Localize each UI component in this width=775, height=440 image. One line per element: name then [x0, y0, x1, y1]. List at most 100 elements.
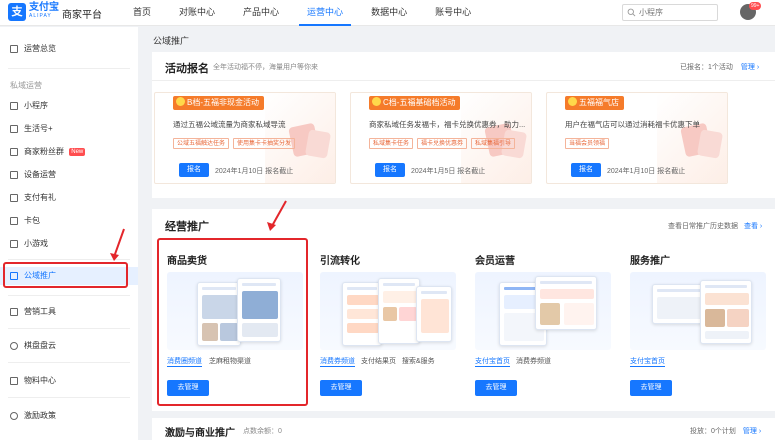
annotation-box-card	[157, 238, 308, 406]
biz-tab[interactable]: 消费券频道	[320, 358, 355, 367]
nav-products[interactable]: 产品中心	[235, 0, 287, 26]
activity-chip: 公域五福触达任务	[173, 138, 230, 149]
activity-tag: B档-五福非现金活动	[173, 96, 264, 110]
incentive-icon	[10, 412, 18, 420]
annotation-box-sidebar	[3, 262, 128, 288]
logo-cn-text: 支付宝	[29, 2, 59, 13]
fan-group-icon	[10, 148, 18, 156]
biz-card-title: 引流转化	[320, 256, 360, 267]
biz-card-traffic: 引流转化 消费券频道 支付结果页 搜索&服务 去管理	[310, 238, 458, 404]
sidebar-divider	[8, 397, 130, 398]
platform-title: 商家平台	[62, 10, 102, 21]
logo-en-text: ALIPAY	[29, 13, 52, 19]
biz-preview-image	[320, 272, 456, 350]
search-icon	[627, 8, 636, 17]
chevron-right-icon: ›	[759, 223, 763, 230]
activity-deadline: 2024年1月10日 报名截止	[215, 168, 294, 175]
notification-badge: 99+	[749, 2, 762, 10]
search-input[interactable]	[639, 6, 715, 19]
nav-home[interactable]: 首页	[125, 0, 159, 26]
biz-manage-button[interactable]: 去管理	[475, 380, 517, 396]
activity-chip: 私域集福引导	[471, 138, 516, 149]
activity-chips: 公域五福触达任务 使用集卡卡抽奖分发	[173, 138, 299, 149]
biz-tab[interactable]: 消费券频道	[516, 358, 551, 365]
biz-manage-button[interactable]: 去管理	[320, 380, 362, 396]
activity-desc: 用户在福气店可以通过消耗福卡优惠下单	[565, 120, 700, 129]
annotation-arrow-card	[267, 200, 287, 231]
activity-chip: 福卡兑换优惠券	[417, 138, 468, 149]
card-icon	[10, 217, 18, 225]
chevron-right-icon: ›	[758, 428, 762, 435]
biz-tab[interactable]: 支付结果页	[361, 358, 396, 365]
activity-summary: 已报名：1个活动 管理 ›	[680, 64, 760, 71]
sidebar-item-lifeaccount[interactable]: 生活号+	[0, 120, 138, 138]
business-view-link[interactable]: 查看	[744, 223, 758, 230]
business-title: 经营推广	[165, 221, 209, 233]
nav-operations[interactable]: 运营中心	[299, 0, 352, 26]
sidebar-item-inventory[interactable]: 棋盘盘云	[0, 337, 138, 355]
biz-card-title: 服务推广	[630, 256, 670, 267]
fu-card-icon	[304, 129, 332, 159]
activity-signup-button[interactable]: 报名	[571, 163, 601, 177]
fu-icon	[176, 97, 185, 106]
miniprogram-icon	[10, 102, 18, 110]
activity-title: 活动报名	[165, 63, 209, 75]
sidebar-item-marketing-tools[interactable]: 营销工具	[0, 303, 138, 321]
biz-tab[interactable]: 支付宝首页	[475, 358, 510, 367]
alipay-logo[interactable]: 支 支付宝 ALIPAY	[8, 3, 59, 21]
activity-chip: 私域集卡任务	[369, 138, 414, 149]
activity-card-c[interactable]: C档-五福基础档活动 商家私域任务发福卡，福卡兑换优惠券，助力... 私域集卡任…	[350, 92, 532, 184]
sidebar-item-paygift[interactable]: 支付有礼	[0, 189, 138, 207]
biz-manage-button[interactable]: 去管理	[630, 380, 672, 396]
biz-preview-image	[630, 272, 766, 350]
incentive-subtitle: 点数余额：0	[243, 428, 282, 435]
top-bar: 支 支付宝 ALIPAY 商家平台 首页 对账中心 产品中心 运营中心 数据中心…	[0, 0, 775, 26]
sidebar-item-fangroup[interactable]: 商家粉丝群 New	[0, 143, 138, 161]
game-icon	[10, 240, 18, 248]
fu-icon	[372, 97, 381, 106]
cloud-icon	[10, 342, 18, 350]
activity-chips: 当福会员领福	[565, 138, 613, 149]
activity-tag: 五福福气店	[565, 96, 624, 110]
sidebar-item-miniprogram[interactable]: 小程序	[0, 97, 138, 115]
activity-subtitle: 全年活动福不停，海量用户等你来	[213, 64, 318, 71]
life-account-icon	[10, 125, 18, 133]
activity-desc: 通过五福公域流量为商家私域导流	[173, 120, 286, 129]
activity-chip: 使用集卡卡抽奖分发	[233, 138, 296, 149]
breadcrumb: 公域推广	[153, 36, 190, 46]
fu-card-icon	[696, 129, 724, 159]
sidebar-divider	[8, 68, 130, 69]
nav-account[interactable]: 账号中心	[427, 0, 479, 26]
materials-icon	[10, 377, 18, 385]
activity-deadline: 2024年1月5日 报名截止	[411, 168, 486, 175]
activity-divider	[152, 80, 775, 81]
sidebar-divider	[8, 328, 130, 329]
activity-manage-link[interactable]: 管理	[741, 64, 755, 71]
search-box[interactable]	[622, 4, 718, 21]
activity-signup-button[interactable]: 报名	[375, 163, 405, 177]
biz-card-tabs: 消费券频道 支付结果页 搜索&服务	[320, 356, 435, 367]
biz-card-tabs: 支付宝首页 消费券频道	[475, 356, 551, 367]
biz-tab[interactable]: 搜索&服务	[402, 358, 435, 365]
incentive-manage-link[interactable]: 管理	[743, 428, 757, 435]
activity-card-fuqi[interactable]: 五福福气店 用户在福气店可以通过消耗福卡优惠下单 当福会员领福 报名 2024年…	[546, 92, 728, 184]
nav-data[interactable]: 数据中心	[363, 0, 415, 26]
tools-icon	[10, 308, 18, 316]
activity-deadline: 2024年1月10日 报名截止	[607, 168, 686, 175]
sidebar-item-materials[interactable]: 物料中心	[0, 372, 138, 390]
biz-tab[interactable]: 支付宝首页	[630, 358, 665, 367]
biz-card-title: 会员运营	[475, 256, 515, 267]
sidebar-divider	[8, 362, 130, 363]
activity-signup-button[interactable]: 报名	[179, 163, 209, 177]
device-icon	[10, 171, 18, 179]
top-nav: 首页 对账中心 产品中心 运营中心 数据中心 账号中心	[125, 0, 491, 26]
chevron-right-icon: ›	[756, 64, 760, 71]
sidebar-item-incentive[interactable]: 激励政策	[0, 407, 138, 425]
sidebar-divider	[8, 295, 130, 296]
biz-card-service: 服务推广 支付宝首页 去管理	[620, 238, 768, 404]
activity-card-b[interactable]: B档-五福非现金活动 通过五福公域流量为商家私域导流 公域五福触达任务 使用集卡…	[154, 92, 336, 184]
sidebar-item-overview[interactable]: 运营总览	[0, 40, 138, 58]
incentive-summary: 投放：0个计划 管理 ›	[690, 428, 762, 435]
sidebar-item-device[interactable]: 设备运营	[0, 166, 138, 184]
nav-reconciliation[interactable]: 对账中心	[171, 0, 223, 26]
